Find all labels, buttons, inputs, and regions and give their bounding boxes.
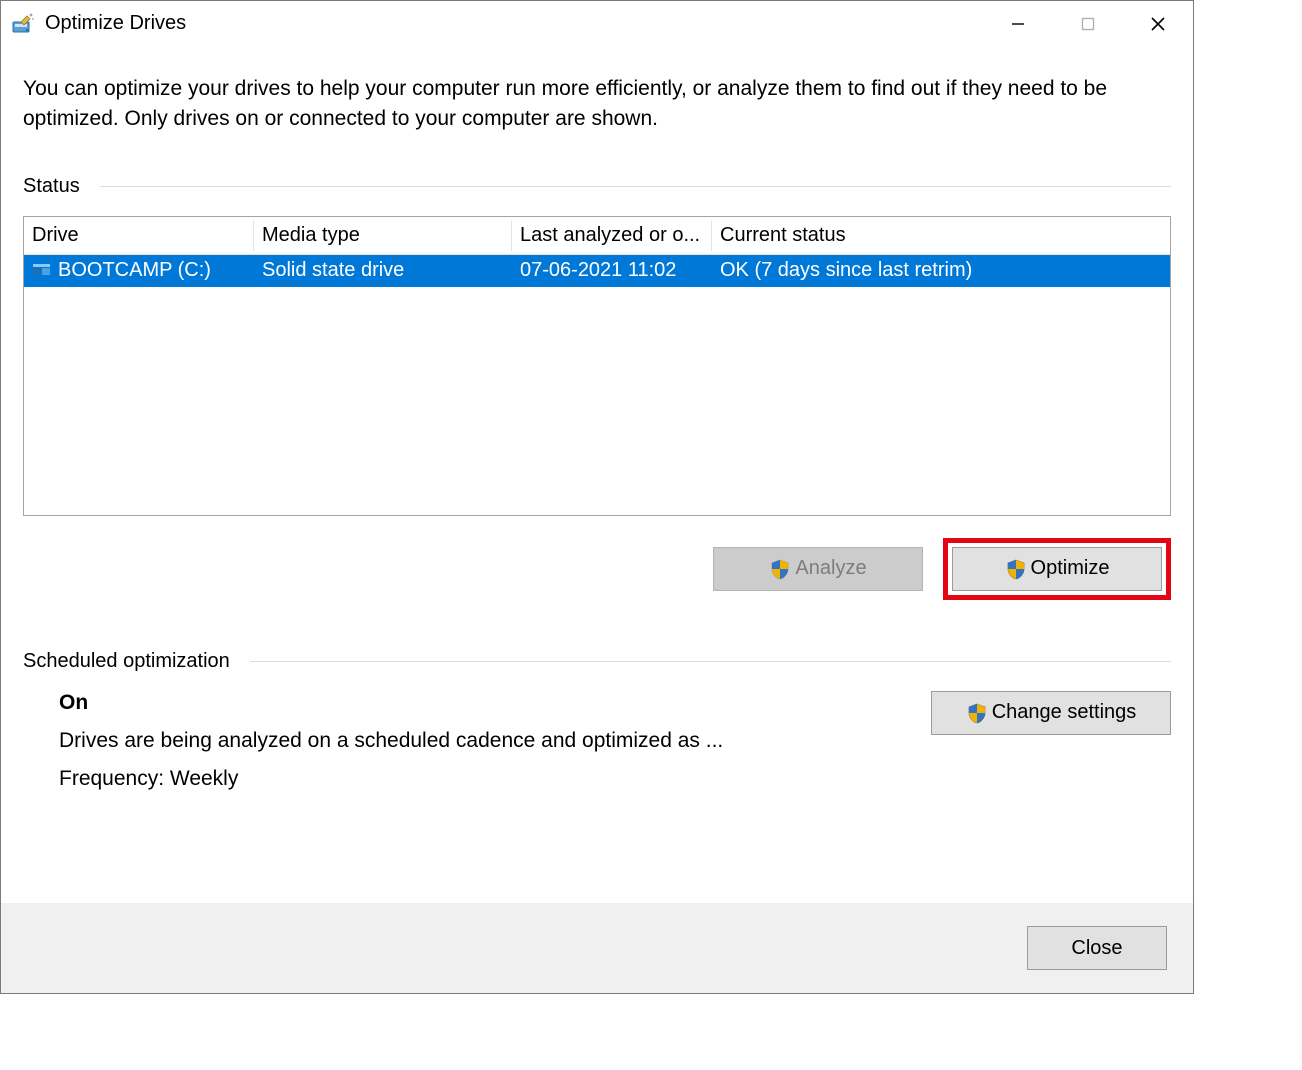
drive-icon — [32, 261, 52, 281]
window-content: You can optimize your drives to help you… — [1, 46, 1193, 903]
change-settings-button[interactable]: Change settings — [931, 691, 1171, 735]
col-header-last[interactable]: Last analyzed or o... — [512, 220, 712, 251]
analyze-button: Analyze — [713, 547, 923, 591]
optimize-highlight: Optimize — [943, 538, 1171, 600]
status-section-header: Status — [23, 175, 1171, 198]
optimize-drives-app-icon — [11, 12, 35, 36]
actions-row: Analyze Optimize — [23, 538, 1171, 600]
titlebar: Optimize Drives — [1, 1, 1193, 46]
cell-drive: BOOTCAMP (C:) — [58, 259, 211, 282]
intro-text: You can optimize your drives to help you… — [23, 74, 1171, 135]
close-button-label: Close — [1071, 937, 1122, 960]
window-title: Optimize Drives — [45, 12, 186, 35]
divider — [250, 661, 1171, 662]
status-label: Status — [23, 175, 100, 198]
divider — [100, 186, 1171, 187]
optimize-drives-window: Optimize Drives You can optimize your dr… — [0, 0, 1194, 994]
col-header-drive[interactable]: Drive — [24, 220, 254, 251]
shield-icon — [1005, 558, 1027, 580]
analyze-button-label: Analyze — [795, 557, 866, 580]
window-controls — [983, 1, 1193, 46]
scheduled-on: On — [59, 691, 907, 715]
col-header-status[interactable]: Current status — [712, 220, 1170, 251]
scheduled-desc: Drives are being analyzed on a scheduled… — [59, 729, 907, 753]
scheduled-freq: Frequency: Weekly — [59, 767, 907, 791]
shield-icon — [769, 558, 791, 580]
shield-icon — [966, 702, 988, 724]
cell-status: OK (7 days since last retrim) — [712, 257, 1140, 284]
scheduled-label: Scheduled optimization — [23, 650, 250, 673]
cell-last: 07-06-2021 11:02 — [512, 257, 712, 284]
col-header-media[interactable]: Media type — [254, 220, 512, 251]
optimize-button[interactable]: Optimize — [952, 547, 1162, 591]
drives-table[interactable]: Drive Media type Last analyzed or o... C… — [23, 216, 1171, 516]
change-settings-label: Change settings — [992, 701, 1137, 724]
minimize-button[interactable] — [983, 1, 1053, 46]
scheduled-block: On Drives are being analyzed on a schedu… — [23, 691, 1171, 805]
footer: Close — [1, 903, 1193, 993]
close-button[interactable]: Close — [1027, 926, 1167, 970]
close-window-button[interactable] — [1123, 1, 1193, 46]
table-header: Drive Media type Last analyzed or o... C… — [24, 217, 1170, 255]
maximize-button[interactable] — [1053, 1, 1123, 46]
table-row[interactable]: BOOTCAMP (C:) Solid state drive 07-06-20… — [24, 255, 1170, 287]
scheduled-text: On Drives are being analyzed on a schedu… — [23, 691, 907, 805]
optimize-button-label: Optimize — [1031, 557, 1110, 580]
scheduled-section-header: Scheduled optimization — [23, 650, 1171, 673]
cell-media: Solid state drive — [254, 257, 512, 284]
